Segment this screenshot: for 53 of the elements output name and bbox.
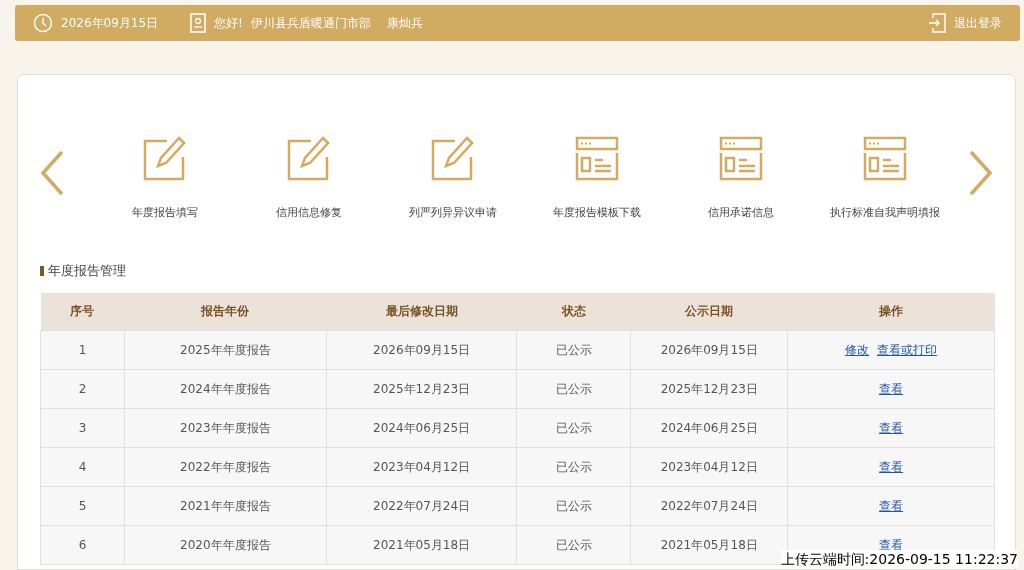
current-date: 2026年09月15日 bbox=[61, 15, 159, 32]
shortcut-label[interactable]: 年度报告填写 bbox=[131, 205, 198, 222]
table-cell: 已公示 bbox=[516, 408, 631, 448]
column-header: 操作 bbox=[787, 292, 995, 331]
table-cell: 2020年年度报告 bbox=[124, 525, 327, 565]
table-cell: 1 bbox=[40, 330, 125, 370]
table-cell: 2021年05月18日 bbox=[326, 525, 517, 565]
table-cell: 6 bbox=[40, 525, 125, 565]
table-cell: 2022年07月24日 bbox=[630, 486, 788, 526]
action-link[interactable]: 查看 bbox=[879, 421, 904, 435]
shortcut-label[interactable]: 信用信息修复 bbox=[275, 205, 342, 222]
table-cell: 2 bbox=[40, 369, 125, 409]
table-cell: 5 bbox=[40, 486, 125, 526]
greeting-text: 您好! bbox=[214, 15, 243, 32]
action-link[interactable]: 查看 bbox=[879, 499, 904, 513]
table-cell: 已公示 bbox=[516, 369, 631, 409]
table-cell: 2023年04月12日 bbox=[326, 447, 517, 487]
column-header: 公示日期 bbox=[630, 292, 788, 331]
column-header: 序号 bbox=[40, 292, 125, 331]
table-cell: 2025年12月23日 bbox=[630, 369, 788, 409]
table-cell: 已公示 bbox=[516, 525, 631, 565]
section-title: 年度报告管理 bbox=[48, 262, 126, 280]
table-cell: 2025年年度报告 bbox=[124, 330, 327, 370]
action-link[interactable]: 查看 bbox=[879, 538, 904, 552]
table-cell: 2024年年度报告 bbox=[124, 369, 327, 409]
column-header: 状态 bbox=[516, 292, 631, 331]
table-cell: 2022年07月24日 bbox=[326, 486, 517, 526]
table-cell: 已公示 bbox=[516, 330, 631, 370]
table-cell: 2026年09月15日 bbox=[630, 330, 788, 370]
column-header: 报告年份 bbox=[124, 292, 327, 331]
action-link[interactable]: 查看 bbox=[879, 460, 904, 474]
shortcut-label[interactable]: 列严列异异议申请 bbox=[408, 205, 497, 222]
table-cell: 2023年04月12日 bbox=[630, 447, 788, 487]
table-cell: 4 bbox=[40, 447, 125, 487]
action-link[interactable]: 查看或打印 bbox=[877, 343, 938, 357]
table-cell: 2021年年度报告 bbox=[124, 486, 327, 526]
action-link[interactable]: 查看 bbox=[879, 382, 904, 396]
shortcut-label[interactable]: 信用承诺信息 bbox=[707, 205, 774, 222]
table-cell: 2024年06月25日 bbox=[326, 408, 517, 448]
shortcut-label[interactable]: 执行标准自我声明填报 bbox=[829, 205, 940, 222]
table-cell: 3 bbox=[40, 408, 125, 448]
table-cell: 2026年09月15日 bbox=[326, 330, 517, 370]
table-cell: 2023年年度报告 bbox=[124, 408, 327, 448]
table-cell: 2024年06月25日 bbox=[630, 408, 788, 448]
table-cell: 已公示 bbox=[516, 447, 631, 487]
column-header: 最后修改日期 bbox=[326, 292, 517, 331]
organization-name: 伊川县兵盾暖通门市部 bbox=[250, 15, 371, 32]
shortcut-label[interactable]: 年度报告模板下载 bbox=[552, 205, 641, 222]
user-name: 康灿兵 bbox=[386, 15, 423, 32]
table-cell: 2022年年度报告 bbox=[124, 447, 327, 487]
table-cell: 2025年12月23日 bbox=[326, 369, 517, 409]
table-cell: 已公示 bbox=[516, 486, 631, 526]
action-link[interactable]: 修改 bbox=[845, 343, 870, 357]
